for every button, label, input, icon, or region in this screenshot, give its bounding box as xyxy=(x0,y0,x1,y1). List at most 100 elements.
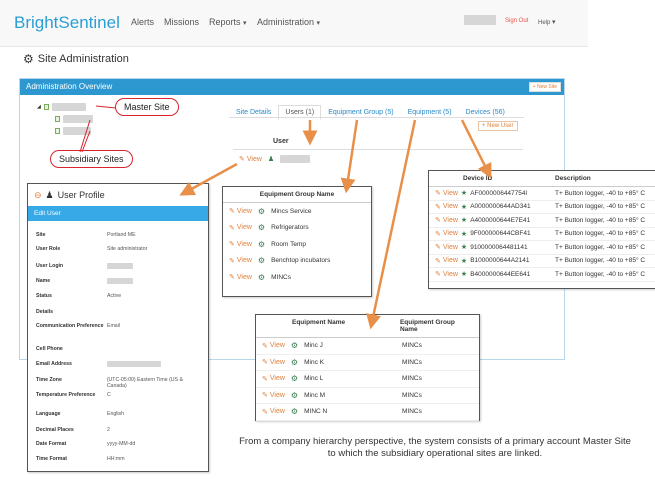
edit-user-bar[interactable]: Edit User xyxy=(28,206,208,221)
tree-subsidiary-site[interactable] xyxy=(55,115,93,123)
view-link[interactable]: ✎ View xyxy=(262,358,285,367)
nav-administration[interactable]: Administration ▾ xyxy=(257,17,320,27)
sign-out-link[interactable]: Sign Out xyxy=(505,18,528,24)
device-icon: ★ xyxy=(460,244,468,252)
users-table: User ✎ View ♟ xyxy=(233,134,523,168)
profile-field: User Login xyxy=(36,263,204,269)
field-label: Cell Phone xyxy=(36,346,63,352)
view-link[interactable]: ✎ View xyxy=(262,375,285,383)
profile-field: Decimal Places 2 xyxy=(36,427,204,433)
table-row: ✎ View ⚙ Minc L MINCs xyxy=(256,371,479,388)
nav-reports[interactable]: Reports ▾ xyxy=(209,17,247,27)
equipment-group-name: MINCs xyxy=(402,391,422,399)
field-value: English xyxy=(107,411,125,417)
table-row: ✎ View ★ 9100000064481141 T+ Button logger, … xyxy=(429,241,655,255)
device-icon: ★ xyxy=(460,190,468,198)
brand-logo[interactable]: BrightSentinel xyxy=(14,13,120,33)
view-link[interactable]: ✎ View xyxy=(262,408,285,416)
field-value: Portland ME xyxy=(107,232,136,238)
nav-missions[interactable]: Missions xyxy=(164,17,199,27)
view-link[interactable]: ✎ View xyxy=(435,243,458,252)
pencil-icon: ✎ xyxy=(435,203,441,211)
gear-icon: ⚙ xyxy=(23,52,34,66)
nav-alerts[interactable]: Alerts xyxy=(131,17,154,27)
pencil-icon: ✎ xyxy=(229,224,235,232)
view-link[interactable]: ✎ View xyxy=(435,203,458,211)
profile-field: Site Portland ME xyxy=(36,232,204,238)
panel-header: Administration Overview + New Site xyxy=(20,79,564,95)
device-description: T+ Button logger, -40 to +85° C xyxy=(555,216,646,224)
master-site-callout: Master Site xyxy=(115,98,179,116)
view-link[interactable]: ✎ View xyxy=(435,189,458,198)
equipment-icon: ⚙ xyxy=(290,341,299,351)
device-icon: ★ xyxy=(460,271,468,279)
view-link[interactable]: ✎ View xyxy=(229,207,252,216)
view-link[interactable]: ✎ View xyxy=(229,273,252,282)
view-label: View xyxy=(442,189,458,197)
profile-field: Email Address xyxy=(36,361,204,367)
redacted-value xyxy=(107,278,133,284)
equipment-icon: ⚙ xyxy=(290,407,299,417)
column-header: Equipment Group Name xyxy=(223,187,371,203)
device-description: T+ Button logger, -40 to +85° C xyxy=(555,257,646,265)
equipment-group-icon: ⚙ xyxy=(257,272,266,282)
field-label: User Role xyxy=(36,246,61,252)
tree-master-site[interactable]: ◢ xyxy=(37,103,86,111)
field-value: 2 xyxy=(107,427,110,433)
profile-field: Cell Phone xyxy=(36,346,204,352)
view-link[interactable]: ✎ View xyxy=(229,224,252,232)
view-label: View xyxy=(442,216,458,224)
table-row: ✎ View ⚙ Mincs Service xyxy=(223,203,371,220)
new-site-button[interactable]: + New Site xyxy=(528,82,561,92)
table-header: Device ID Description xyxy=(429,171,655,187)
view-link[interactable]: ✎ View xyxy=(435,216,458,225)
equipment-group-name: MINCs xyxy=(271,273,291,281)
pencil-icon: ✎ xyxy=(435,217,441,225)
device-id: B1000000644A2141 xyxy=(470,257,530,265)
device-description: T+ Button logger, -40 to +85° C xyxy=(555,189,646,197)
field-label: Time Zone xyxy=(36,377,62,383)
field-label: Decimal Places xyxy=(36,427,74,433)
table-row: ✎ View ⚙ Room Temp xyxy=(223,236,371,253)
new-user-button[interactable]: + New User xyxy=(478,121,518,131)
field-value: Active xyxy=(107,293,122,299)
redacted-site-name xyxy=(63,127,91,135)
equipment-group-name: Benchtop incubators xyxy=(271,257,331,265)
field-label: Language xyxy=(36,411,61,417)
equipment-name: Minc M xyxy=(304,391,326,399)
redacted-value xyxy=(107,361,161,367)
column-header: Description xyxy=(555,175,591,182)
help-menu[interactable]: Help ▾ xyxy=(538,18,556,26)
view-label: View xyxy=(269,342,285,350)
equipment-group-icon: ⚙ xyxy=(257,206,266,216)
view-link[interactable]: ✎ View xyxy=(262,391,285,400)
field-label: Date Format xyxy=(36,441,67,447)
equipment-name: Minc K xyxy=(304,358,324,366)
profile-field: Language English xyxy=(36,411,204,417)
collapse-icon[interactable]: ◢ xyxy=(37,104,41,110)
pencil-icon: ✎ xyxy=(435,230,441,238)
view-link[interactable]: ✎ View xyxy=(239,155,262,164)
pencil-icon: ✎ xyxy=(262,408,268,416)
column-header: Device ID xyxy=(463,175,493,182)
field-value: Site administrator xyxy=(107,246,148,252)
field-label: Site xyxy=(36,232,46,238)
table-row: ✎ View ⚙ Minc J MINCs xyxy=(256,338,479,355)
view-link[interactable]: ✎ View xyxy=(435,230,458,238)
view-link[interactable]: ✎ View xyxy=(435,257,458,265)
close-icon[interactable]: ⊖ xyxy=(34,190,42,201)
device-icon: ★ xyxy=(460,217,468,225)
view-link[interactable]: ✎ View xyxy=(229,240,252,249)
table-row: ✎ View ★ A0000000644AD341 T+ Button logger, … xyxy=(429,201,655,214)
tree-subsidiary-site[interactable] xyxy=(55,127,91,135)
user-icon: ♟ xyxy=(45,189,54,200)
table-row: ✎ View ⚙ MINCs xyxy=(223,269,371,286)
device-id: 9100000064481141 xyxy=(470,243,528,251)
redacted-user-name xyxy=(280,155,311,163)
device-description: T+ Button logger, -40 to +85° C xyxy=(555,230,646,238)
equipment-group-name: MINCs xyxy=(402,408,422,416)
view-label: View xyxy=(236,240,252,248)
view-link[interactable]: ✎ View xyxy=(435,270,458,279)
view-link[interactable]: ✎ View xyxy=(262,342,285,350)
view-link[interactable]: ✎ View xyxy=(229,257,252,265)
